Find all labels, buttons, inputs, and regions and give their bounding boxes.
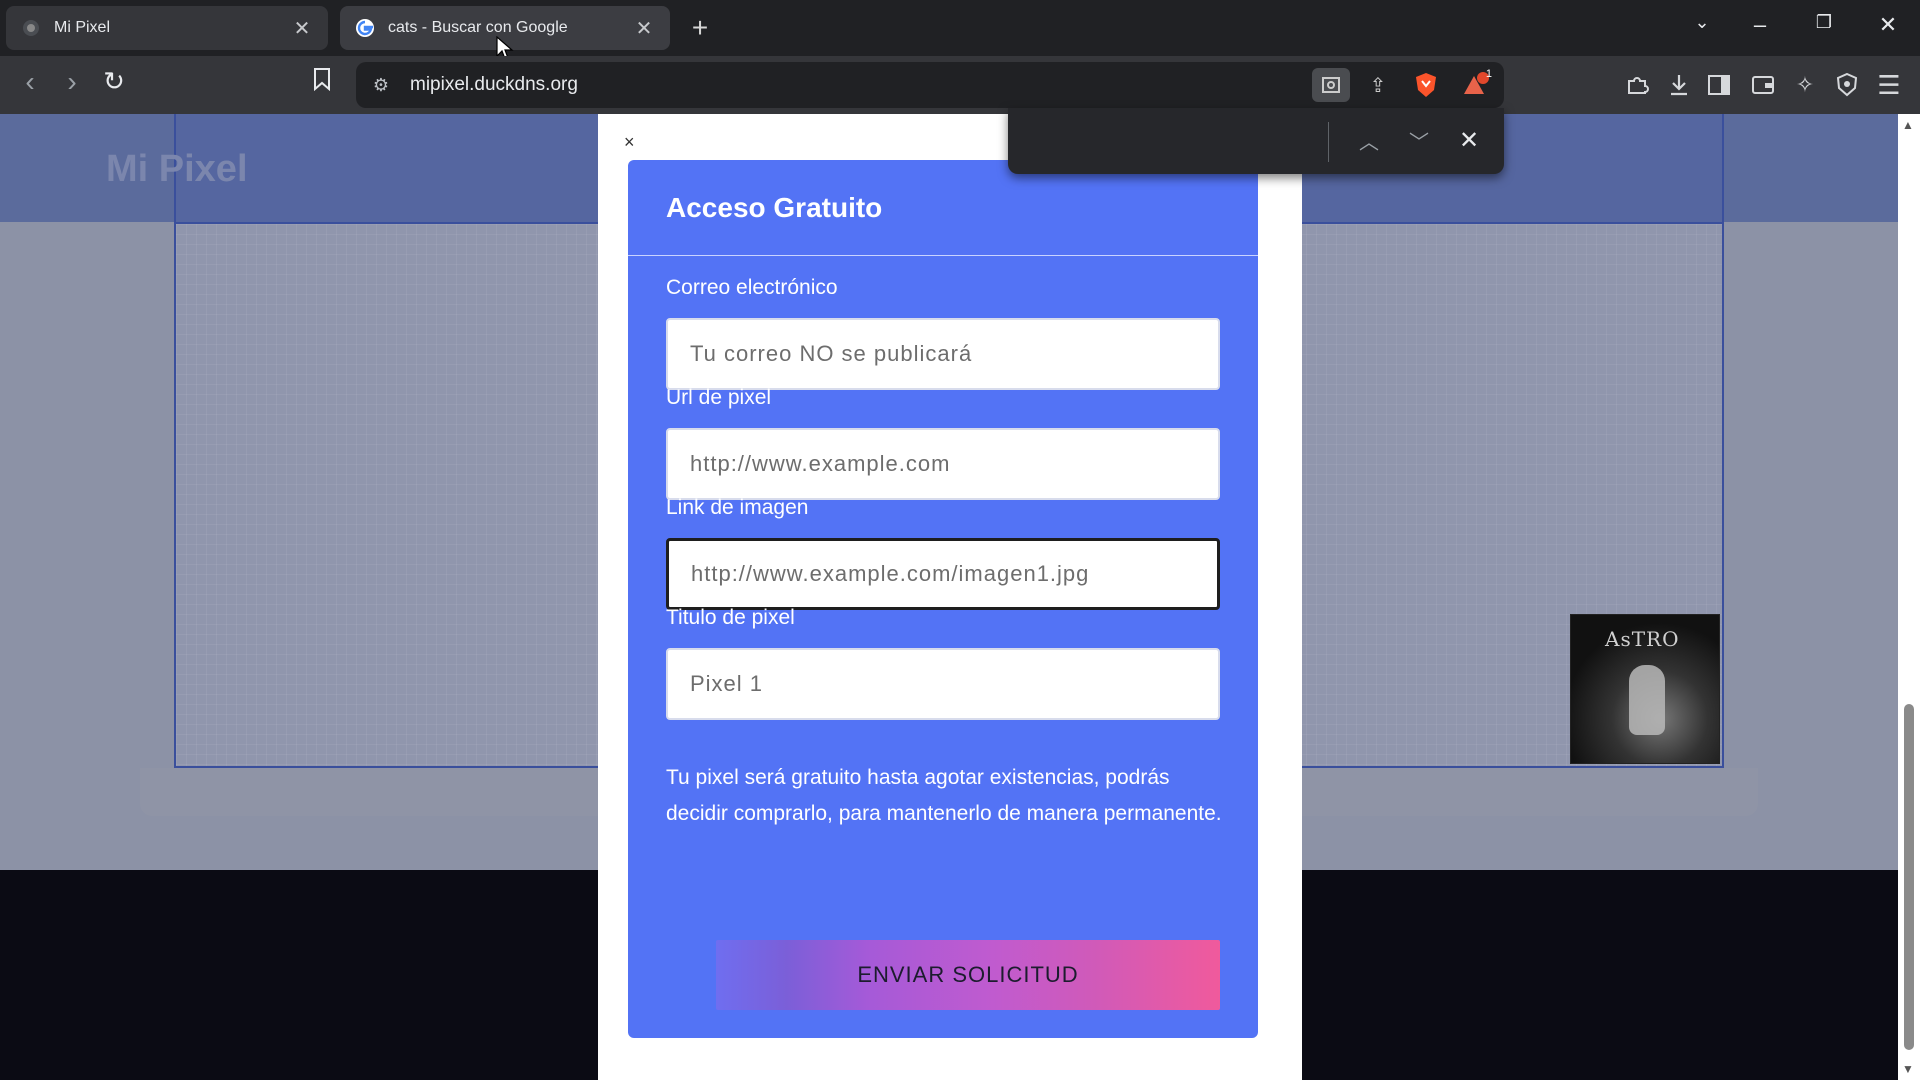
brave-rewards-icon[interactable]: 1 — [1456, 68, 1496, 102]
find-input[interactable] — [1022, 120, 1318, 162]
share-icon[interactable]: ⇪ — [1360, 68, 1396, 102]
scroll-down-icon[interactable]: ▼ — [1902, 1062, 1914, 1076]
find-close-icon[interactable]: ✕ — [1454, 126, 1484, 156]
request-modal: × Acceso Gratuito Correo electrónico Url… — [598, 114, 1302, 1080]
reader-mode-icon[interactable] — [1312, 68, 1350, 102]
browser-toolbar: ‹ › ↻ ⚙ mipixel.duckdns.org ⇪ 1 ✧ ☰ — [0, 56, 1920, 114]
astronaut-figure — [1629, 665, 1665, 735]
find-bar: ︿ ﹀ ✕ — [1008, 108, 1504, 174]
page-scrollbar[interactable]: ▲ ▼ — [1898, 114, 1920, 1080]
reload-icon[interactable]: ↻ — [96, 66, 132, 97]
url-text: mipixel.duckdns.org — [410, 74, 578, 95]
site-settings-icon[interactable]: ⚙ — [370, 75, 392, 96]
pixel-title-field[interactable] — [666, 648, 1220, 720]
tab-close-icon[interactable]: ✕ — [290, 16, 314, 41]
tab-title: cats - Buscar con Google — [388, 19, 568, 36]
pixel-url-field[interactable] — [666, 428, 1220, 500]
access-form: Acceso Gratuito Correo electrónico Url d… — [628, 160, 1258, 1038]
email-label: Correo electrónico — [666, 276, 838, 299]
restore-button[interactable]: ❐ — [1804, 12, 1844, 33]
pixel-image-text: AsTRO — [1605, 627, 1680, 651]
bookmark-icon[interactable] — [304, 66, 340, 98]
address-bar[interactable]: ⚙ mipixel.duckdns.org ⇪ 1 — [356, 62, 1504, 108]
free-pixel-notice: Tu pixel será gratuito hasta agotar exis… — [666, 766, 1222, 825]
minimize-button[interactable]: – — [1740, 12, 1780, 38]
image-link-field[interactable] — [666, 538, 1220, 610]
scroll-thumb[interactable] — [1904, 704, 1914, 1050]
email-field[interactable] — [666, 318, 1220, 390]
pixel-url-label: Url de pixel — [666, 386, 772, 409]
globe-icon — [20, 17, 42, 39]
brave-shield-icon[interactable] — [1408, 68, 1444, 102]
submit-request-button[interactable]: ENVIAR SOLICITUD — [716, 940, 1220, 1010]
vpn-shield-icon[interactable] — [1830, 68, 1864, 102]
extensions-icon[interactable] — [1620, 68, 1654, 102]
image-link-label: Link de imagen — [666, 496, 809, 519]
find-next-icon[interactable]: ﹀ — [1404, 126, 1434, 156]
tab-mi-pixel[interactable]: Mi Pixel ✕ — [6, 6, 328, 50]
menu-icon[interactable]: ☰ — [1872, 68, 1906, 102]
sidebar-toggle-icon[interactable] — [1702, 68, 1736, 102]
wallet-icon[interactable] — [1746, 68, 1780, 102]
tab-title: Mi Pixel — [54, 19, 111, 36]
close-window-button[interactable]: ✕ — [1868, 12, 1908, 38]
rewards-badge: 1 — [1485, 68, 1492, 80]
scroll-up-icon[interactable]: ▲ — [1902, 118, 1914, 132]
find-previous-icon[interactable]: ︿ — [1354, 126, 1384, 156]
pixel-image[interactable]: AsTRO — [1570, 614, 1720, 764]
tab-close-icon[interactable]: ✕ — [632, 16, 656, 41]
brand-logo[interactable]: Mi Pixel — [106, 148, 248, 191]
back-icon[interactable]: ‹ — [12, 66, 48, 98]
modal-close-button[interactable]: × — [624, 132, 635, 153]
leo-ai-icon[interactable]: ✧ — [1788, 68, 1822, 102]
forward-icon[interactable]: › — [54, 66, 90, 98]
form-title: Acceso Gratuito — [628, 160, 1258, 256]
tab-strip: Mi Pixel ✕ cats - Buscar con Google ✕ + … — [0, 0, 1920, 60]
download-icon[interactable] — [1662, 68, 1696, 102]
pixel-title-label: Titulo de pixel — [666, 606, 795, 629]
find-divider — [1328, 122, 1329, 162]
google-icon — [354, 17, 376, 39]
new-tab-button[interactable]: + — [688, 12, 712, 44]
tab-search-chevron-icon[interactable]: ⌄ — [1682, 12, 1722, 33]
